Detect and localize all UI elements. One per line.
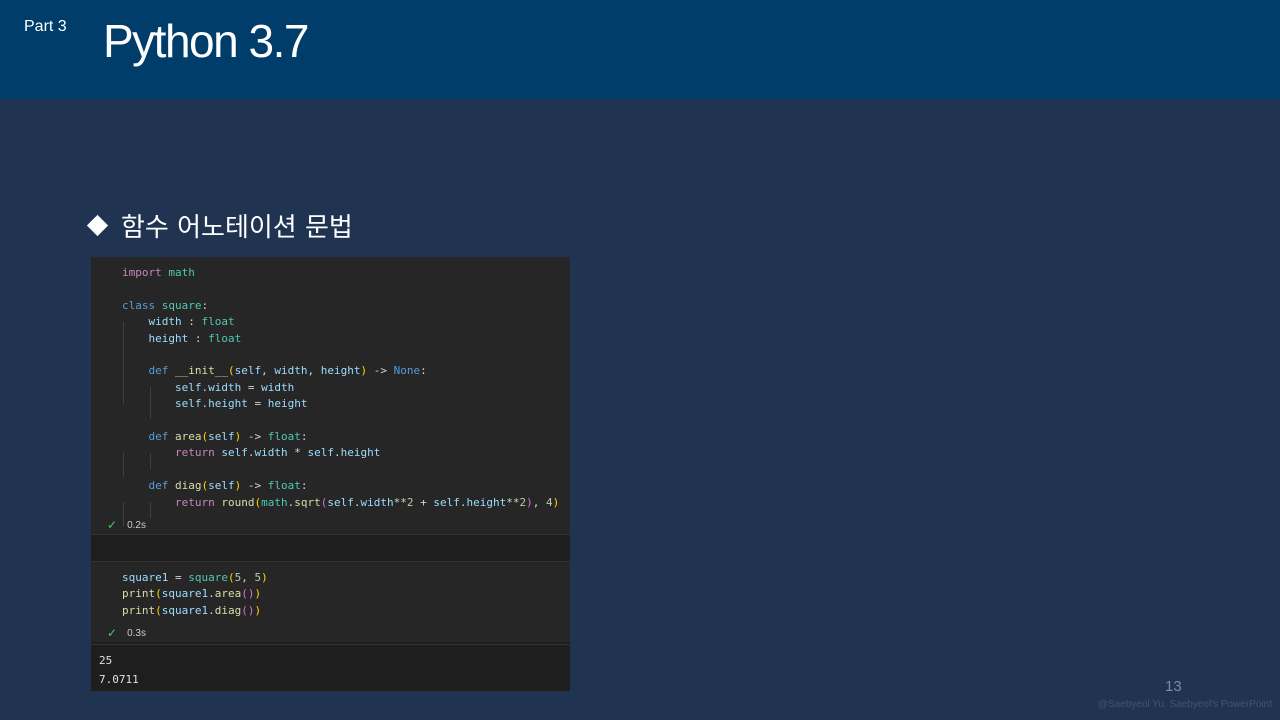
- output-line-2: 7.0711: [99, 673, 139, 686]
- part-label: Part 3: [24, 18, 67, 35]
- code-cell-1: import math class square: width : float …: [91, 257, 570, 534]
- page-number: 13: [1165, 678, 1182, 695]
- cell-1-exec-time: 0.2s: [127, 519, 146, 531]
- cell-separator: [91, 534, 570, 562]
- credit-text: @Saebyeol Yu. Saebyeol's PowerPoint: [1097, 699, 1272, 710]
- code-block-1: import math class square: width : float …: [122, 266, 560, 509]
- diamond-bullet-icon: [86, 214, 109, 237]
- check-icon: ✓: [107, 518, 118, 532]
- code-block-2: square1 = square(5, 5) print(square1.are…: [122, 571, 268, 617]
- notebook-screenshot: import math class square: width : float …: [91, 257, 570, 691]
- check-icon: ✓: [107, 626, 118, 640]
- cell-1-status: ✓ 0.2s: [107, 518, 146, 532]
- slide-title: Python 3.7: [103, 15, 309, 67]
- cell-2-status: ✓ 0.3s: [107, 626, 146, 640]
- code-cell-2: square1 = square(5, 5) print(square1.are…: [91, 562, 570, 642]
- cell-2-exec-time: 0.3s: [127, 627, 146, 639]
- output-line-1: 25: [99, 654, 113, 667]
- section-heading-text: 함수 어노테이션 문법: [121, 213, 353, 243]
- section-heading: 함수 어노테이션 문법: [86, 207, 353, 244]
- cell-2-output: 25 7.0711: [91, 644, 570, 691]
- slide-header: Part 3 Python 3.7: [0, 0, 1280, 99]
- output-text: 25 7.0711: [99, 651, 139, 689]
